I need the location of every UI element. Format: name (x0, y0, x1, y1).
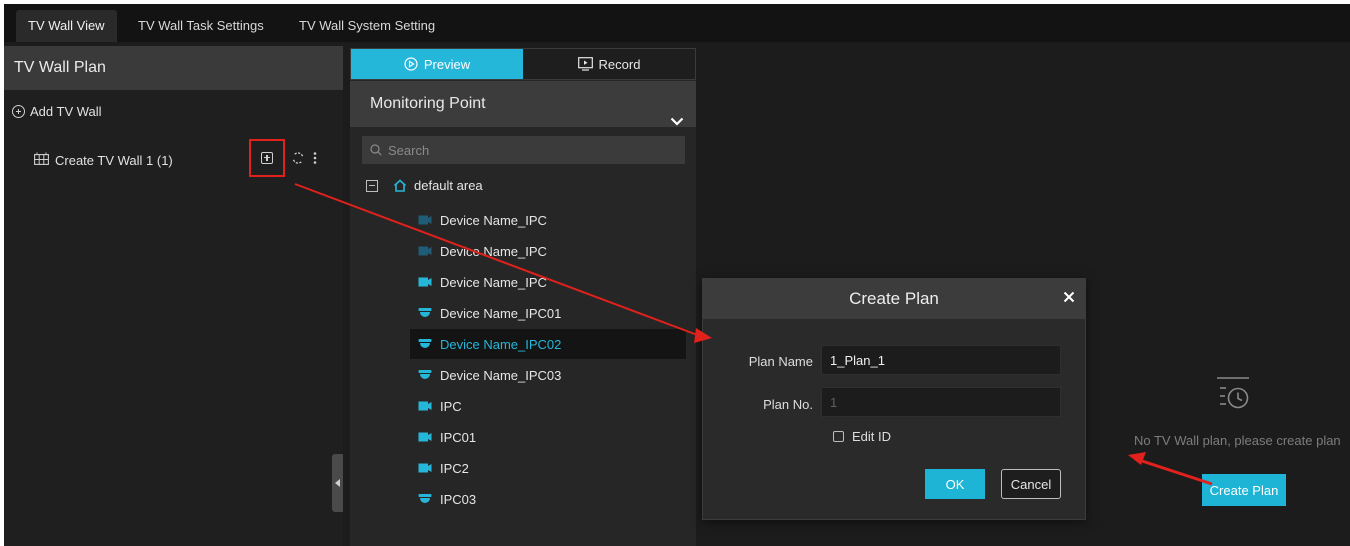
device-item[interactable]: IPC (410, 391, 686, 421)
monitoring-point-title: Monitoring Point (370, 95, 486, 112)
bullet-camera-icon (418, 245, 432, 257)
device-item[interactable]: Device Name_IPC01 (410, 298, 686, 328)
device-label: IPC01 (440, 429, 477, 445)
device-item[interactable]: Device Name_IPC (410, 205, 686, 235)
device-label: Device Name_IPC (440, 274, 547, 290)
dome-camera-icon (418, 338, 432, 350)
close-icon[interactable] (1063, 291, 1075, 303)
search-placeholder: Search (388, 142, 430, 158)
device-label: IPC2 (440, 460, 469, 476)
device-item[interactable]: Device Name_IPC03 (410, 360, 686, 390)
plan-name-label: Plan Name (748, 354, 813, 369)
tv-wall-plan-panel: TV Wall Plan Add TV Wall Create TV Wall … (4, 46, 343, 546)
device-item[interactable]: IPC03 (410, 484, 686, 514)
device-label: IPC (440, 398, 462, 414)
panel-title: TV Wall Plan (4, 46, 343, 90)
device-label: Device Name_IPC01 (440, 305, 562, 321)
tab-tv-wall-view[interactable]: TV Wall View (16, 10, 117, 42)
home-icon (393, 179, 407, 192)
play-circle-icon (404, 57, 418, 71)
plan-no-label: Plan No. (763, 397, 813, 412)
cancel-button[interactable]: Cancel (1001, 469, 1061, 499)
device-item[interactable]: Device Name_IPC (410, 236, 686, 266)
create-plan-button[interactable]: Create Plan (1202, 474, 1286, 506)
monitoring-point-header[interactable]: Monitoring Point (350, 81, 696, 127)
add-tv-wall-button[interactable]: Add TV Wall (12, 104, 102, 119)
dome-camera-icon (418, 493, 432, 505)
app-window: TV Wall View TV Wall Task Settings TV Wa… (4, 4, 1350, 546)
plan-name-field[interactable] (821, 345, 1061, 375)
collapse-icon[interactable] (366, 179, 378, 192)
device-item[interactable]: IPC01 (410, 422, 686, 452)
add-plan-icon[interactable] (261, 152, 273, 164)
edit-id-checkbox[interactable]: Edit ID (833, 429, 891, 444)
search-icon (370, 144, 382, 156)
monitoring-panel: Preview Record Monitoring Point Search d… (350, 48, 696, 546)
refresh-icon[interactable] (291, 151, 305, 165)
device-item[interactable]: Device Name_IPC (410, 267, 686, 297)
dialog-header: Create Plan (703, 279, 1085, 319)
bullet-camera-icon (418, 462, 432, 474)
tab-record-label: Record (598, 56, 641, 72)
edit-id-label: Edit ID (852, 429, 892, 444)
dialog-title: Create Plan (849, 289, 939, 308)
mode-tabs: Preview Record (350, 48, 696, 80)
plan-no-field[interactable] (821, 387, 1061, 417)
tab-preview[interactable]: Preview (351, 49, 523, 79)
ok-button[interactable]: OK (925, 469, 985, 499)
device-item[interactable]: Device Name_IPC02 (410, 329, 686, 359)
device-label: Device Name_IPC (440, 212, 547, 228)
add-tv-wall-label: Add TV Wall (30, 104, 102, 119)
device-label: Device Name_IPC02 (440, 336, 562, 352)
tab-tv-wall-system-setting[interactable]: TV Wall System Setting (287, 10, 447, 42)
area-node[interactable]: default area (366, 178, 483, 193)
dome-camera-icon (418, 369, 432, 381)
tab-tv-wall-task-settings[interactable]: TV Wall Task Settings (126, 10, 276, 42)
device-label: Device Name_IPC (440, 243, 547, 259)
area-label: default area (414, 178, 483, 193)
bullet-camera-icon (418, 431, 432, 443)
tab-preview-label: Preview (423, 56, 471, 72)
collapse-panel-handle[interactable] (332, 454, 343, 512)
more-icon[interactable] (311, 151, 319, 165)
search-input[interactable]: Search (362, 136, 685, 164)
add-circle-icon (12, 105, 25, 118)
empty-plan-message: No TV Wall plan, please create plan (1134, 433, 1341, 448)
bullet-camera-icon (418, 400, 432, 412)
top-tab-bar: TV Wall View TV Wall Task Settings TV Wa… (4, 4, 1350, 42)
tv-wall-icon (34, 152, 49, 168)
tv-wall-actions (249, 139, 319, 177)
tab-record[interactable]: Record (523, 49, 695, 79)
record-monitor-icon (577, 57, 593, 71)
device-label: Device Name_IPC03 (440, 367, 562, 383)
plan-history-icon (1216, 376, 1250, 419)
bullet-camera-icon (418, 276, 432, 288)
bullet-camera-icon (418, 214, 432, 226)
tv-wall-label: Create TV Wall 1 (1) (55, 152, 173, 168)
dome-camera-icon (418, 307, 432, 319)
create-plan-dialog: Create Plan Plan Name Plan No. Edit ID O… (702, 278, 1086, 520)
highlight-box (249, 139, 285, 177)
checkbox-box[interactable] (833, 431, 844, 442)
device-label: IPC03 (440, 491, 477, 507)
device-item[interactable]: IPC2 (410, 453, 686, 483)
